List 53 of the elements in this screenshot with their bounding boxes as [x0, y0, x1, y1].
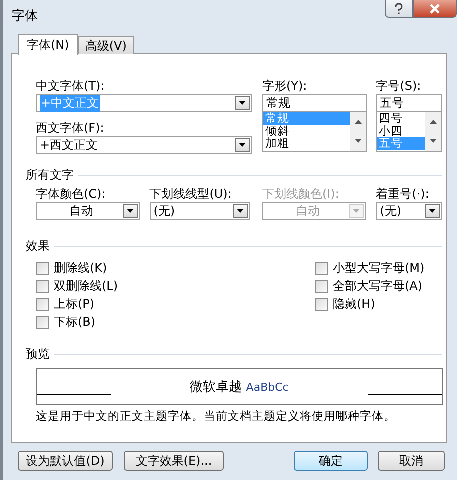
dropdown-arrow-icon — [239, 101, 246, 105]
dropdown[interactable]: (无) — [150, 202, 250, 220]
section-heading: 预览 — [26, 346, 50, 363]
help-icon — [394, 2, 404, 14]
text-field[interactable]: 常规 — [262, 94, 368, 112]
field-label: 西文字体(F): — [36, 120, 106, 136]
checkbox[interactable]: 下标(B) — [36, 314, 315, 330]
checkbox[interactable]: 删除线(K) — [36, 260, 315, 276]
section-heading: 效果 — [26, 238, 50, 255]
scrollbar[interactable] — [425, 112, 441, 151]
section-heading: 所有文字 — [26, 167, 74, 184]
dialog-button[interactable]: 确定 — [294, 451, 368, 471]
field-label: 字体颜色(C): — [36, 186, 107, 202]
checkbox[interactable]: 全部大写字母(A) — [315, 278, 425, 294]
list-item[interactable]: 四号 — [377, 112, 425, 124]
field-label: 中文字体(T): — [36, 78, 106, 94]
list-item[interactable]: 倾斜 — [263, 124, 350, 137]
checkbox[interactable]: 双删除线(L) — [36, 278, 315, 294]
field-label: 字号(S): — [376, 78, 422, 94]
scroll-down-icon — [354, 139, 362, 144]
dialog-button[interactable]: 取消 — [378, 451, 445, 471]
dropdown-arrow-icon — [353, 209, 360, 213]
scroll-up-icon — [354, 120, 362, 124]
scrollbar[interactable] — [350, 112, 366, 151]
checkbox[interactable]: 上标(P) — [36, 296, 315, 312]
close-button[interactable] — [413, 0, 457, 18]
dialog-button[interactable]: 设为默认值(D) — [18, 451, 113, 471]
dropdown[interactable]: 自动 — [36, 202, 140, 220]
tab[interactable]: 高级(V) — [78, 36, 134, 54]
help-button[interactable] — [385, 0, 413, 18]
western-font-dropdown[interactable]: +西文正文 — [36, 136, 252, 154]
checkbox[interactable]: 小型大写字母(M) — [315, 260, 425, 276]
window-title: 字体 — [11, 8, 38, 25]
field-label: 字形(Y): — [262, 78, 308, 94]
field-label: 下划线颜色(I): — [262, 186, 340, 202]
dropdown-arrow-icon — [239, 143, 246, 147]
tab[interactable]: 字体(N) — [18, 34, 78, 55]
preview-description: 这是用于中文的正文主题字体。当前文档主题定义将使用哪种字体。 — [36, 409, 397, 424]
field-label: 着重号(·): — [376, 186, 430, 202]
dropdown-arrow-icon — [126, 209, 134, 213]
scroll-up-icon — [430, 120, 436, 124]
scroll-down-icon — [430, 139, 436, 144]
dropdown-arrow-icon — [237, 209, 244, 213]
dialog-button[interactable]: 文字效果(E)... — [124, 451, 224, 471]
checkbox[interactable]: 隐藏(H) — [315, 296, 425, 312]
text-field[interactable]: 五号 — [376, 94, 442, 112]
preview-sample-text: 微软卓越 AaBbCc — [190, 378, 289, 396]
close-icon — [429, 4, 441, 14]
list-item[interactable]: 小四 — [377, 124, 425, 137]
field-label: 下划线线型(U): — [150, 186, 233, 202]
dropdown[interactable]: (无) — [376, 202, 442, 220]
list-item[interactable]: 加粗 — [263, 137, 350, 150]
dropdown-arrow-icon — [429, 209, 436, 213]
